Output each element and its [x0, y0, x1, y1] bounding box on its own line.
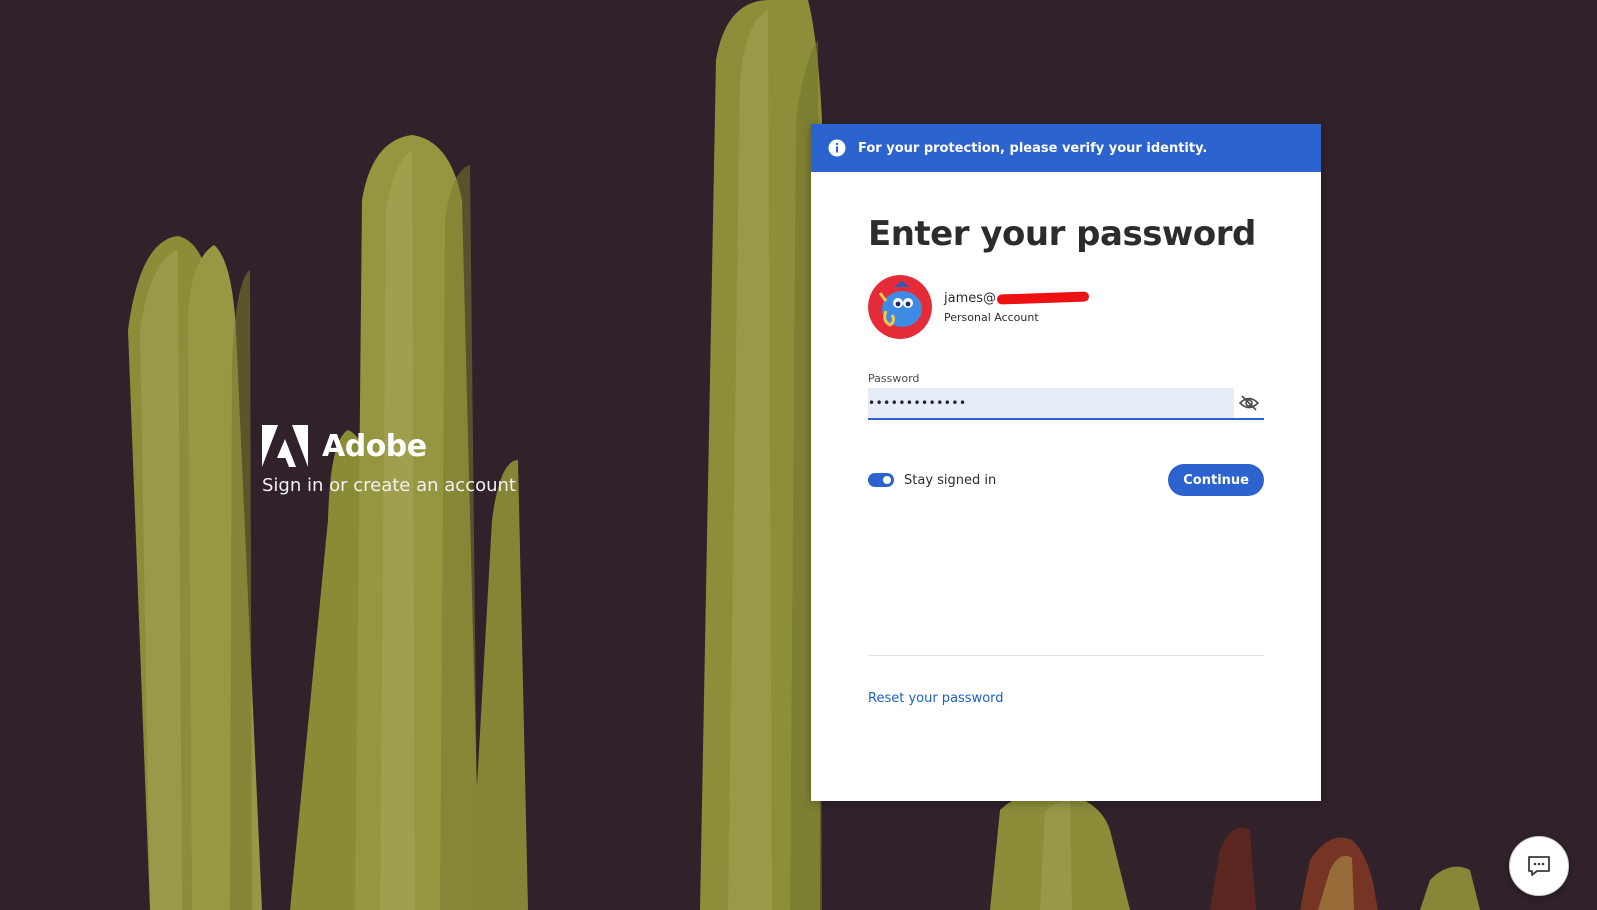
reset-password-link[interactable]: Reset your password [868, 691, 1004, 706]
eye-slash-icon [1239, 395, 1259, 411]
password-label: Password [868, 372, 920, 385]
continue-button[interactable]: Continue [1168, 464, 1264, 496]
account-email: james@ [944, 290, 997, 306]
chat-button[interactable] [1509, 836, 1569, 896]
account-type: Personal Account [944, 310, 1039, 324]
stay-signed-in-control: Stay signed in [868, 473, 996, 488]
info-icon [828, 139, 846, 157]
stay-signed-in-label[interactable]: Stay signed in [904, 473, 996, 488]
email-redaction-mark [996, 291, 1090, 305]
adobe-brand: Adobe Sign in or create an account [262, 425, 516, 496]
account-summary: james@ Personal Account [868, 275, 1264, 339]
verification-banner: For your protection, please verify your … [811, 124, 1321, 172]
adobe-logo-icon [262, 425, 308, 467]
stay-signed-in-toggle[interactable] [868, 473, 894, 487]
password-field-wrapper [868, 388, 1264, 420]
toggle-knob [883, 476, 891, 484]
cactus-background-image [0, 0, 1597, 910]
brand-name: Adobe [322, 428, 427, 464]
password-input[interactable] [868, 388, 1234, 418]
divider [868, 655, 1264, 656]
banner-message: For your protection, please verify your … [858, 140, 1208, 156]
chat-icon [1528, 856, 1550, 876]
sign-in-page: Adobe Sign in or create an account For y… [0, 0, 1597, 910]
brand-tagline: Sign in or create an account [262, 475, 516, 496]
avatar [868, 275, 932, 339]
show-password-button[interactable] [1234, 388, 1264, 418]
page-title: Enter your password [868, 214, 1256, 254]
options-row: Stay signed in Continue [868, 464, 1264, 496]
sign-in-card: For your protection, please verify your … [811, 124, 1321, 801]
